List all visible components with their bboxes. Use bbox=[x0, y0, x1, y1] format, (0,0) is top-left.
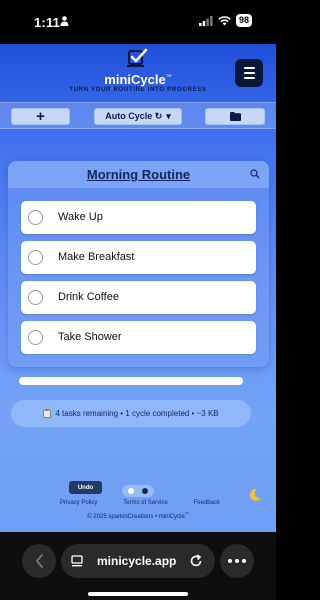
url-text: minicycle.app bbox=[97, 554, 177, 568]
progress-bar bbox=[19, 377, 243, 385]
app-header: miniCycle™ TURN YOUR ROUTINE INTO PROGRE… bbox=[0, 44, 276, 102]
battery-indicator: 98 bbox=[235, 14, 252, 27]
task-label: Drink Coffee bbox=[58, 291, 119, 303]
copyright: © 2025 sparkinCreations • miniCycle™ bbox=[87, 511, 189, 520]
task-label: Make Breakfast bbox=[58, 251, 135, 263]
task-label: Take Shower bbox=[58, 331, 122, 343]
task-list: Wake Up Make Breakfast Drink Coffee Take… bbox=[21, 201, 256, 361]
terms-of-service-link[interactable]: Terms of Service bbox=[123, 500, 168, 506]
reload-icon[interactable] bbox=[189, 554, 203, 568]
person-icon bbox=[60, 16, 69, 26]
chevron-down-icon: ▾ bbox=[166, 111, 171, 121]
add-task-button[interactable]: + bbox=[11, 108, 70, 125]
app-tagline: TURN YOUR ROUTINE INTO PROGRESS bbox=[69, 87, 207, 93]
browser-toolbar: minicycle.app bbox=[0, 532, 276, 600]
privacy-policy-link[interactable]: Privacy Policy bbox=[60, 500, 97, 506]
folder-button[interactable] bbox=[205, 108, 265, 125]
task-checkbox[interactable] bbox=[28, 290, 43, 305]
menu-button[interactable] bbox=[235, 59, 263, 87]
task-checkbox[interactable] bbox=[28, 250, 43, 265]
mode-toggle[interactable] bbox=[122, 485, 154, 497]
more-icon-dot bbox=[242, 559, 246, 563]
search-icon[interactable] bbox=[250, 169, 260, 179]
stats-panel[interactable]: 4 tasks remaining • 1 cycle completed • … bbox=[11, 400, 251, 427]
undo-button[interactable]: Undo bbox=[69, 481, 102, 494]
cycle-mode-select[interactable]: Auto Cycle ↻ ▾ bbox=[94, 108, 182, 125]
checkbox-logo-icon bbox=[127, 48, 148, 67]
status-bar: 1:11 98 bbox=[0, 0, 276, 44]
task-item[interactable]: Make Breakfast bbox=[21, 241, 256, 274]
routine-title[interactable]: Morning Routine bbox=[8, 167, 269, 182]
hamburger-icon-bar bbox=[243, 77, 255, 79]
stats-text: 4 tasks remaining • 1 cycle completed • … bbox=[55, 409, 219, 418]
more-icon-dot bbox=[228, 559, 232, 563]
hamburger-icon-bar bbox=[243, 72, 255, 74]
chevron-left-icon bbox=[35, 554, 43, 568]
address-bar[interactable]: minicycle.app bbox=[61, 544, 215, 578]
trademark-mark: ™ bbox=[165, 74, 172, 81]
task-item[interactable]: Drink Coffee bbox=[21, 281, 256, 314]
trademark-mark: ™ bbox=[184, 511, 189, 516]
task-checkbox[interactable] bbox=[28, 210, 43, 225]
routine-header: Morning Routine bbox=[8, 161, 269, 188]
hamburger-icon-bar bbox=[243, 67, 255, 69]
page-menu-icon[interactable] bbox=[71, 555, 83, 567]
more-options-button[interactable] bbox=[220, 544, 254, 578]
footer-links: Privacy Policy Terms of Service Feedback bbox=[60, 500, 220, 506]
task-label: Wake Up bbox=[58, 211, 103, 223]
task-item[interactable]: Take Shower bbox=[21, 321, 256, 354]
routine-card: Morning Routine Wake Up Make Breakfast D… bbox=[8, 161, 269, 367]
feedback-link[interactable]: Feedback bbox=[194, 500, 220, 506]
clipboard-icon bbox=[43, 409, 52, 418]
wifi-icon bbox=[218, 15, 231, 25]
status-icons: 98 bbox=[198, 14, 252, 27]
toolbar: + Auto Cycle ↻ ▾ bbox=[0, 102, 276, 129]
moon-icon[interactable] bbox=[248, 488, 262, 502]
cycle-mode-label: Auto Cycle ↻ bbox=[105, 111, 163, 121]
cellular-signal-icon bbox=[198, 15, 213, 26]
status-time: 1:11 bbox=[34, 15, 61, 30]
more-icon-dot bbox=[235, 559, 239, 563]
toggle-dot bbox=[128, 488, 134, 494]
app-viewport: miniCycle™ TURN YOUR ROUTINE INTO PROGRE… bbox=[0, 44, 276, 532]
folder-icon bbox=[229, 112, 241, 121]
back-button[interactable] bbox=[22, 544, 56, 578]
toggle-dot bbox=[142, 488, 148, 494]
task-checkbox[interactable] bbox=[28, 330, 43, 345]
home-indicator bbox=[88, 592, 188, 596]
task-item[interactable]: Wake Up bbox=[21, 201, 256, 234]
